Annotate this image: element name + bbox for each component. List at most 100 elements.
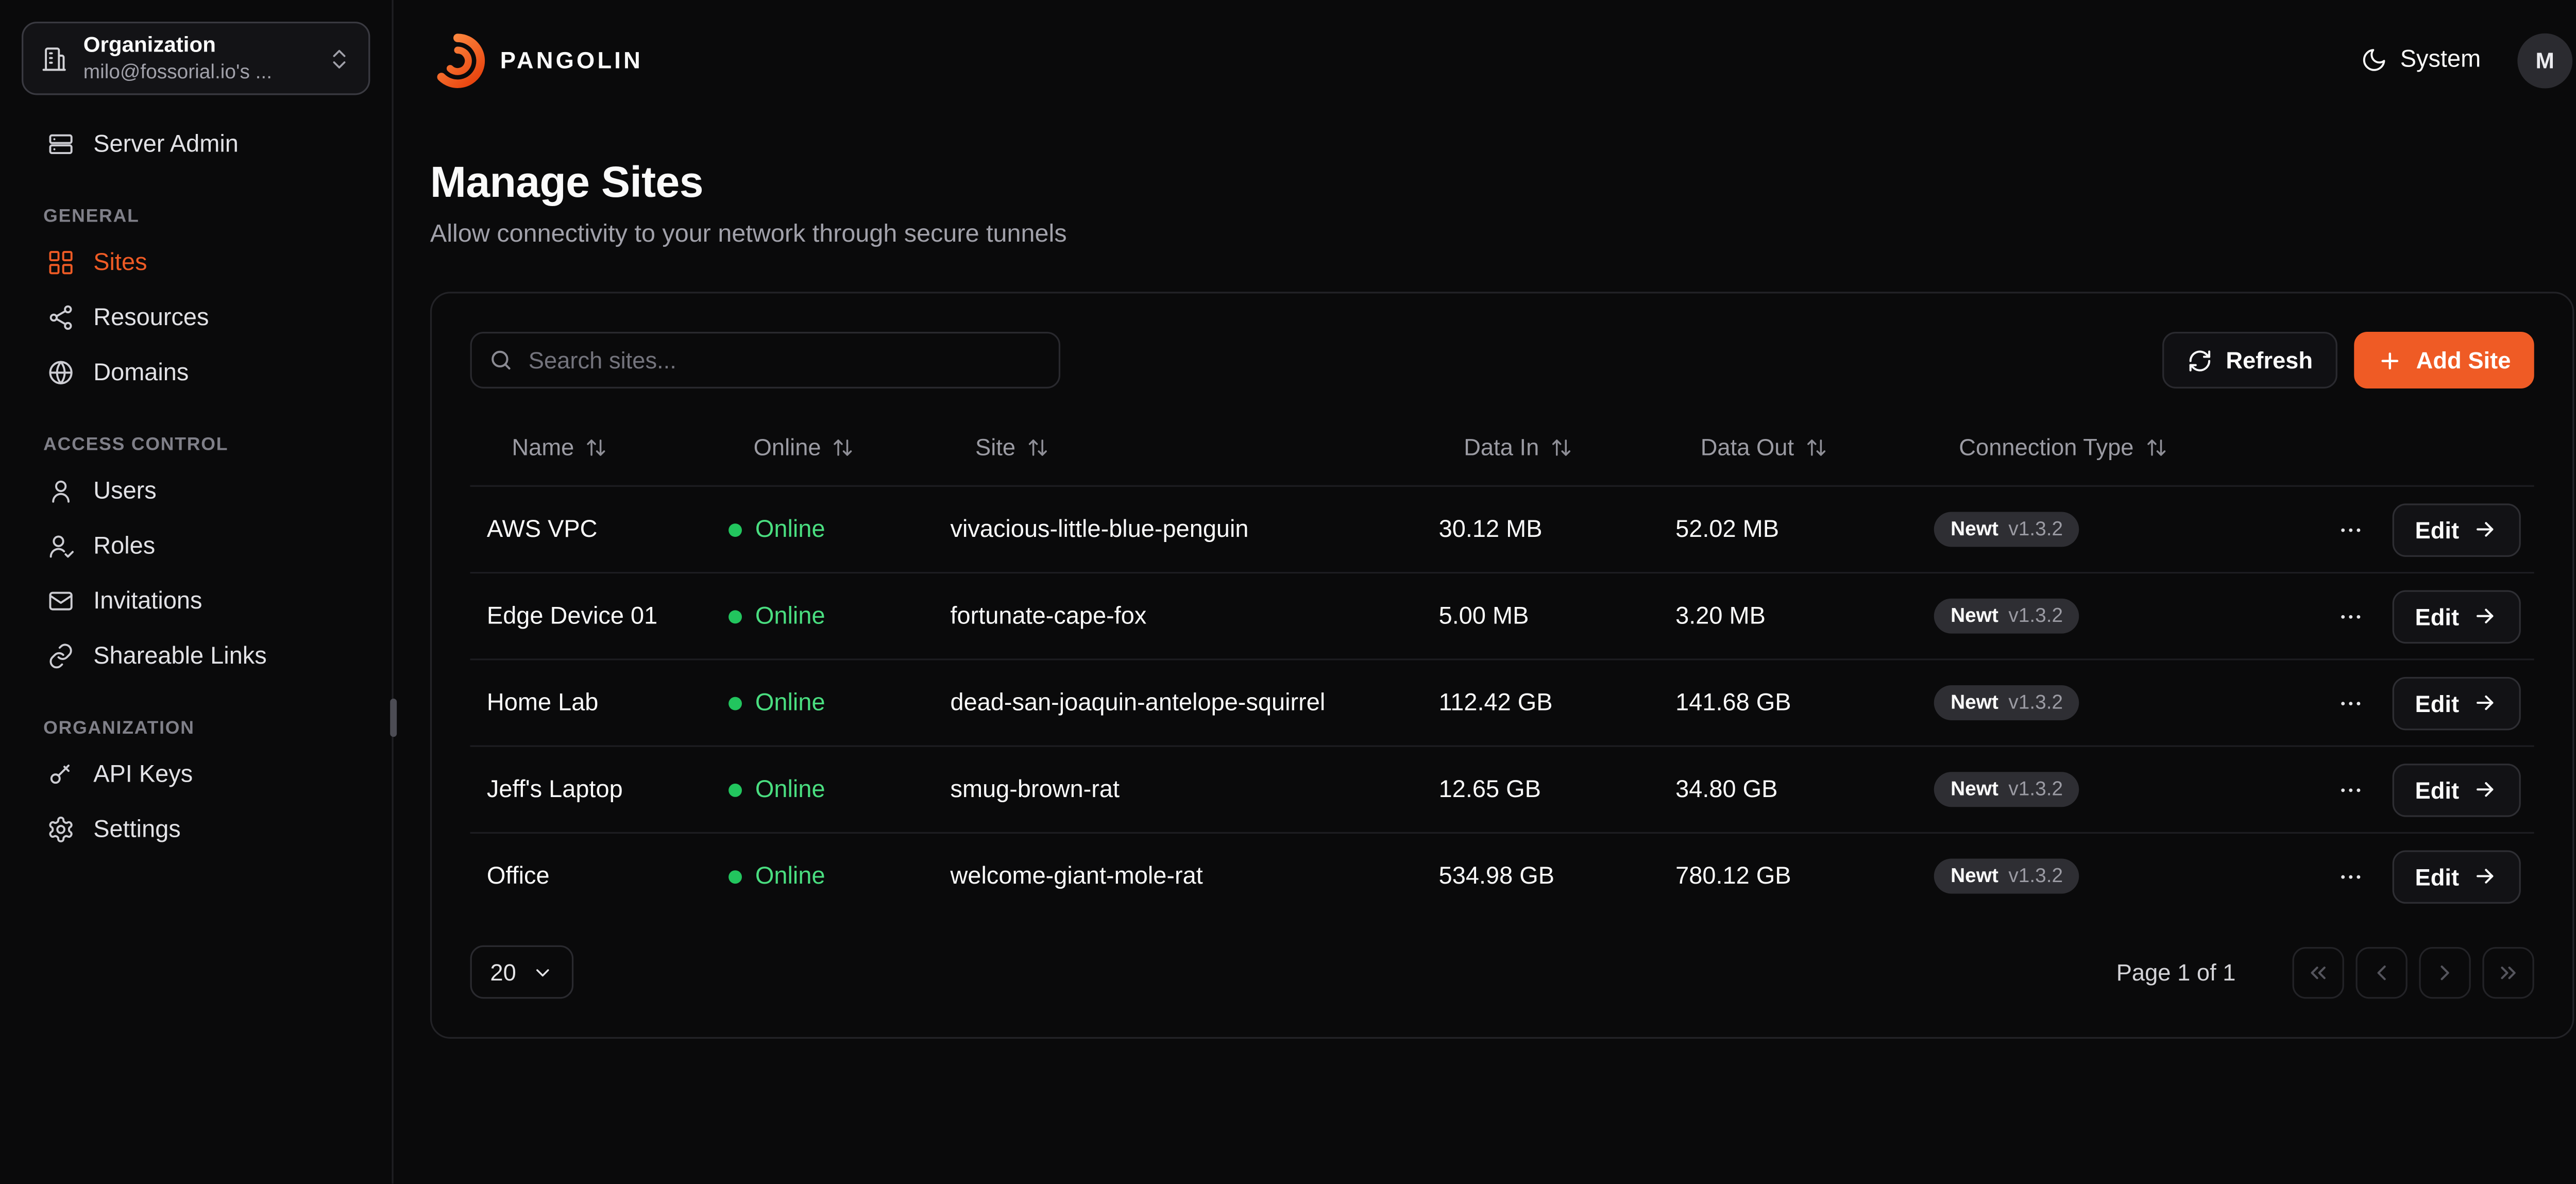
site-name: AWS VPC (470, 516, 712, 543)
client-name: Newt (1951, 865, 1998, 887)
section-label-general: GENERAL (0, 207, 392, 227)
search-input[interactable] (470, 332, 1061, 388)
row-actions: Edit (2234, 589, 2534, 643)
sidebar-resize-handle[interactable] (390, 699, 396, 737)
avatar[interactable]: M (2517, 32, 2572, 88)
sort-icon (1806, 436, 1827, 458)
sidebar-item-invitations[interactable]: Invitations (0, 573, 392, 629)
connection-type-badge: Newtv1.3.2 (1934, 858, 2080, 894)
table-row: Edge Device 01 Online fortunate-cape-fox… (470, 572, 2534, 658)
site-status: Online (712, 603, 934, 630)
client-name: Newt (1951, 605, 1998, 627)
chevrons-right-icon (2496, 959, 2521, 985)
page-size-select[interactable]: 20 (470, 945, 573, 999)
table-row: Office Online welcome-giant-mole-rat 534… (470, 832, 2534, 919)
data-out-value: 141.68 GB (1659, 689, 1918, 716)
prev-page-button[interactable] (2355, 946, 2407, 997)
row-menu-button[interactable] (2332, 511, 2368, 548)
column-header-name[interactable]: Name (470, 433, 712, 460)
online-label: Online (755, 603, 825, 630)
sidebar-item-label: Shareable Links (93, 642, 267, 669)
org-selector[interactable]: Organization milo@fossorial.io's ... (22, 22, 370, 95)
site-name: Edge Device 01 (470, 603, 712, 630)
column-header-connection-type[interactable]: Connection Type (1917, 433, 2234, 460)
online-dot-icon (728, 696, 742, 709)
add-site-label: Add Site (2416, 347, 2511, 374)
client-version: v1.3.2 (2008, 605, 2063, 627)
online-dot-icon (728, 522, 742, 536)
topbar-right: System M (2360, 32, 2572, 88)
sidebar-item-label: Users (93, 478, 157, 504)
row-actions: Edit (2234, 676, 2534, 730)
edit-button[interactable]: Edit (2392, 763, 2521, 816)
online-label: Online (755, 776, 825, 803)
column-label: Connection Type (1959, 433, 2133, 460)
sidebar-item-roles[interactable]: Roles (0, 518, 392, 573)
row-menu-button[interactable] (2332, 598, 2368, 634)
refresh-label: Refresh (2226, 347, 2313, 374)
column-header-data-in[interactable]: Data In (1422, 433, 1659, 460)
plus-icon (2378, 348, 2403, 373)
last-page-button[interactable] (2482, 946, 2534, 997)
sidebar-item-shareable-links[interactable]: Shareable Links (0, 629, 392, 684)
add-site-button[interactable]: Add Site (2354, 332, 2534, 388)
client-version: v1.3.2 (2008, 518, 2063, 540)
sidebar-item-label: Domains (93, 359, 189, 386)
data-out-value: 52.02 MB (1659, 516, 1918, 543)
online-dot-icon (728, 610, 742, 623)
sidebar-item-settings[interactable]: Settings (0, 802, 392, 857)
data-out-value: 3.20 MB (1659, 603, 1918, 630)
column-header-data-out[interactable]: Data Out (1659, 433, 1918, 460)
row-menu-button[interactable] (2332, 684, 2368, 721)
sidebar-item-server-admin[interactable]: Server Admin (0, 117, 392, 172)
next-page-button[interactable] (2419, 946, 2470, 997)
data-out-value: 34.80 GB (1659, 776, 1918, 803)
data-in-value: 30.12 MB (1422, 516, 1659, 543)
online-dot-icon (728, 870, 742, 883)
row-menu-button[interactable] (2332, 771, 2368, 808)
edit-button[interactable]: Edit (2392, 589, 2521, 643)
theme-toggle-button[interactable]: System (2360, 47, 2481, 74)
client-name: Newt (1951, 692, 1998, 714)
section-label-organization: ORGANIZATION (0, 719, 392, 739)
table-footer: 20 Page 1 of 1 (470, 945, 2534, 999)
connection-type-badge: Newtv1.3.2 (1934, 772, 2080, 807)
key-icon (47, 760, 75, 789)
sidebar-item-domains[interactable]: Domains (0, 345, 392, 400)
sort-icon (2145, 436, 2167, 458)
sidebar-item-label: Invitations (93, 588, 202, 615)
sidebar-item-resources[interactable]: Resources (0, 290, 392, 345)
sort-icon (586, 436, 607, 458)
refresh-button[interactable]: Refresh (2162, 332, 2337, 388)
sidebar-item-users[interactable]: Users (0, 464, 392, 519)
page-size-value: 20 (490, 959, 516, 986)
edit-button[interactable]: Edit (2392, 676, 2521, 730)
row-menu-button[interactable] (2332, 858, 2368, 894)
mail-icon (47, 587, 75, 615)
sidebar-item-api-keys[interactable]: API Keys (0, 747, 392, 802)
edit-button[interactable]: Edit (2392, 503, 2521, 556)
sites-toolbar: Refresh Add Site (470, 332, 2534, 388)
table-row: AWS VPC Online vivacious-little-blue-pen… (470, 485, 2534, 572)
arrow-right-icon (2472, 690, 2498, 716)
connection-type-cell: Newtv1.3.2 (1917, 512, 2234, 547)
section-label-access-control: ACCESS CONTROL (0, 435, 392, 455)
site-tunnel-name: smug-brown-rat (934, 776, 1422, 803)
column-header-online[interactable]: Online (712, 433, 934, 460)
refresh-icon (2188, 348, 2213, 373)
online-label: Online (755, 689, 825, 716)
column-label: Site (975, 433, 1015, 460)
sidebar-item-label: Resources (93, 305, 209, 331)
column-header-site[interactable]: Site (934, 433, 1422, 460)
edit-label: Edit (2415, 516, 2459, 543)
client-name: Newt (1951, 779, 1998, 801)
data-out-value: 780.12 GB (1659, 863, 1918, 890)
theme-label: System (2400, 47, 2481, 74)
sort-icon (833, 436, 854, 458)
data-in-value: 12.65 GB (1422, 776, 1659, 803)
first-page-button[interactable] (2293, 946, 2344, 997)
edit-button[interactable]: Edit (2392, 850, 2521, 903)
sidebar-item-sites[interactable]: Sites (0, 235, 392, 290)
chevron-left-icon (2369, 959, 2394, 985)
page-title: Manage Sites (430, 157, 2572, 208)
